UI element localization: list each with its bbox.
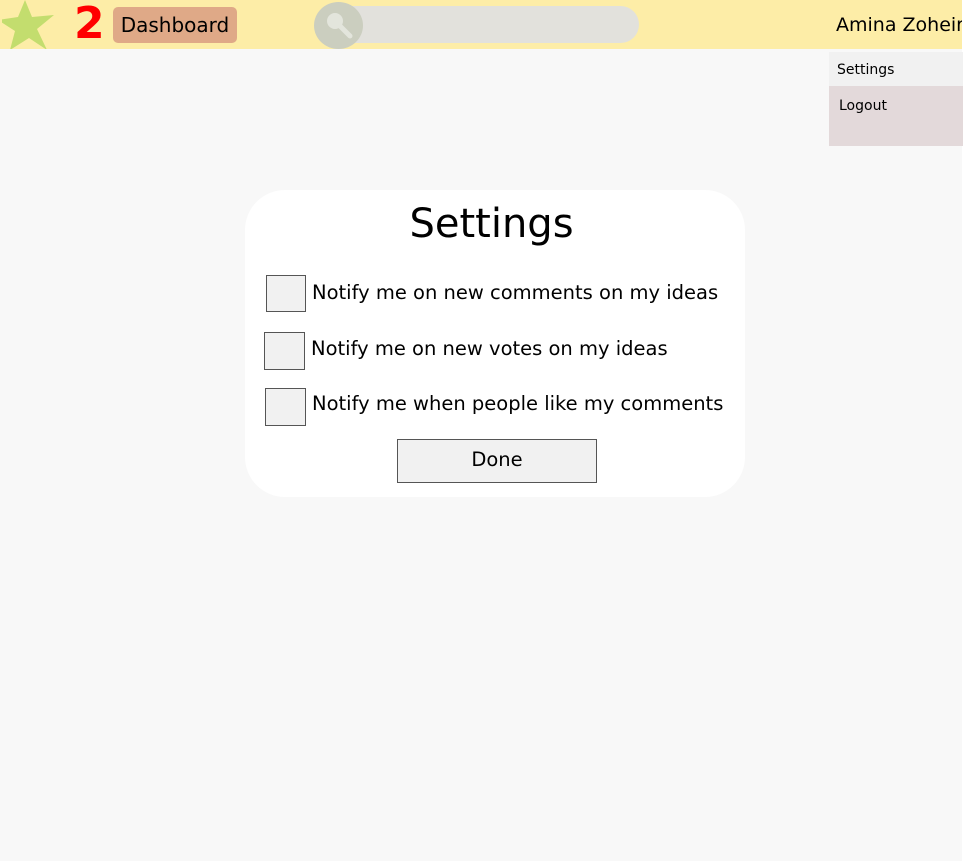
option-label: Notify me on new votes on my ideas	[311, 337, 668, 360]
menu-item-logout[interactable]: Logout	[829, 86, 963, 122]
checkbox-notify-likes[interactable]	[265, 388, 306, 426]
search-button[interactable]	[314, 2, 363, 49]
user-dropdown-menu: Settings Logout	[829, 52, 963, 146]
menu-item-settings[interactable]: Settings	[829, 52, 963, 86]
star-icon[interactable]	[2, 0, 54, 49]
checkbox-notify-comments[interactable]	[266, 275, 306, 312]
search-input[interactable]	[315, 6, 639, 43]
option-label: Notify me when people like my comments	[312, 392, 724, 415]
dialog-title: Settings	[409, 201, 574, 247]
done-button[interactable]: Done	[397, 439, 597, 483]
dashboard-button[interactable]: Dashboard	[113, 7, 237, 43]
top-bar: 2 Dashboard Amina Zoheir	[0, 0, 962, 49]
search-icon	[327, 13, 353, 39]
option-label: Notify me on new comments on my ideas	[312, 281, 719, 304]
notification-count-badge[interactable]: 2	[74, 0, 105, 49]
checkbox-notify-votes[interactable]	[264, 332, 305, 370]
user-name-menu-toggle[interactable]: Amina Zoheir	[836, 12, 962, 38]
